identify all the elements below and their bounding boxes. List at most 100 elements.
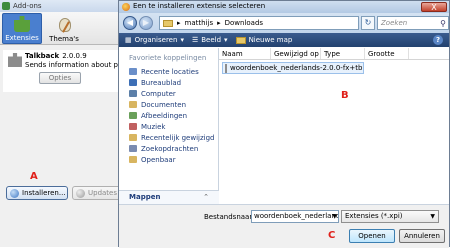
column-type[interactable]: Type [321,48,365,59]
favorite-link-label: Recente locaties [141,67,199,76]
favorite-link[interactable]: Zoekopdrachten [119,143,218,154]
dialog-title: Een te installeren extensie selecteren [133,2,266,10]
cancel-button[interactable]: Annuleren [399,229,445,243]
organize-icon: ▦ [125,36,132,44]
updates-icon [76,188,85,198]
firefox-icon [122,3,130,11]
favorite-link[interactable]: Computer [119,88,218,99]
folder-icon [129,112,137,119]
favorite-link-label: Zoekopdrachten [141,144,199,153]
extension-puzzle-icon [8,53,22,67]
marker-a: A [30,171,38,182]
favorite-link[interactable]: Recentelijk gewijzigd [119,132,218,143]
file-name: woordenboek_nederlands-2.0.0-fx+tb+... [230,64,364,72]
marker-c: C [328,230,336,241]
favorites-list: Recente locaties Bureaublad Computer Docume… [119,66,218,165]
favorite-link[interactable]: Openbaar [119,154,218,165]
column-size[interactable]: Grootte [365,48,409,59]
favorite-link[interactable]: Documenten [119,99,218,110]
address-bar[interactable]: ▸ matthijs ▸ Downloads [159,16,359,30]
view-label: Beeld [201,36,222,44]
file-open-dialog: Een te installeren extensie selecteren X… [118,0,450,248]
addons-app-icon [2,2,10,10]
favorite-link-label: Documenten [141,100,187,109]
folder-icon [129,79,137,86]
dialog-footer: Bestandsnaam: woordenboek_nederlands-2.0… [119,204,449,248]
install-button-label: Installeren... [22,189,66,197]
search-icon: ⚲ [440,19,446,28]
chevron-right-icon: ▸ [217,19,221,27]
navigation-pane: Favoriete koppelingen Recente locaties Bu… [119,48,219,204]
new-folder-icon [235,36,246,44]
extension-name: Talkback [25,52,60,60]
dialog-close-button[interactable]: X [421,2,447,12]
favorite-link[interactable]: Muziek [119,121,218,132]
folders-toggle[interactable]: Mappen ⌃ [119,190,219,204]
favorite-link[interactable]: Bureaublad [119,77,218,88]
dialog-titlebar: Een te installeren extensie selecteren X [119,1,449,13]
organize-label: Organiseren [134,36,178,44]
file-list: Naam Gewijzigd op Type Grootte woordenbo… [219,48,449,204]
folder-icon [129,156,137,163]
install-icon [10,188,19,198]
folder-icon [129,145,137,152]
chevron-down-icon: ▾ [180,36,184,44]
new-folder-label: Nieuwe map [248,36,293,44]
open-button[interactable]: Openen [349,229,395,243]
favorite-link[interactable]: Recente locaties [119,66,218,77]
filetype-select[interactable]: Extensies (*.xpi) ▼ [341,210,439,223]
install-button[interactable]: Installeren... [6,186,68,200]
addons-title: Add-ons [13,2,42,10]
folder-icon [163,19,173,27]
refresh-icon[interactable]: ↻ [361,16,375,30]
extension-version: 2.0.0.9 [62,52,87,60]
marker-b: B [341,90,349,101]
search-input[interactable]: Zoeken ⚲ [377,16,449,30]
forward-arrow-icon[interactable]: ▶ [139,16,153,30]
chevron-up-icon: ⌃ [203,193,209,201]
column-headers: Naam Gewijzigd op Type Grootte [219,48,449,60]
back-arrow-icon[interactable]: ◀ [123,16,137,30]
search-placeholder: Zoeken [381,19,408,27]
theme-brush-icon [56,17,72,33]
filename-input[interactable]: woordenboek_nederlands-2.0.0 ▼ [251,210,339,223]
folder-icon [129,123,137,130]
file-row[interactable]: woordenboek_nederlands-2.0.0-fx+tb+... [222,62,364,74]
view-button[interactable]: ☰ Beeld ▾ [192,36,228,44]
chevron-down-icon: ▾ [224,36,228,44]
favorite-link[interactable]: Afbeeldingen [119,110,218,121]
breadcrumb-downloads[interactable]: Downloads [225,19,263,27]
favorite-link-label: Recentelijk gewijzigd [141,133,215,142]
view-icon: ☰ [191,36,199,44]
command-bar: ▦ Organiseren ▾ ☰ Beeld ▾ Nieuwe map ? [119,33,449,47]
extension-list-item[interactable]: Talkback 2.0.0.9 Sends information about … [3,50,137,92]
favorite-link-label: Computer [141,89,176,98]
favorite-link-label: Afbeeldingen [141,111,188,120]
extension-name-row: Talkback 2.0.0.9 [25,52,87,60]
breadcrumb-user[interactable]: matthijs [185,19,214,27]
favorites-header: Favoriete koppelingen [129,54,207,62]
tab-extensions[interactable]: Extensies [2,13,42,44]
tab-themes-label: Thema's [49,35,79,43]
column-modified[interactable]: Gewijzigd op [271,48,321,59]
tab-extensions-label: Extensies [5,34,39,42]
new-folder-button[interactable]: Nieuwe map [235,36,293,44]
address-row: ◀ ▶ ▸ matthijs ▸ Downloads ↻ Zoeken ⚲ [119,13,449,33]
favorite-link-label: Muziek [141,122,166,131]
favorite-link-label: Openbaar [141,155,176,164]
filetype-value: Extensies (*.xpi) [345,212,403,220]
favorite-link-label: Bureaublad [141,78,182,87]
help-icon[interactable]: ? [433,35,443,45]
chevron-down-icon[interactable]: ▼ [332,211,337,222]
column-name[interactable]: Naam [219,48,271,59]
chevron-right-icon: ▸ [177,19,181,27]
folders-label: Mappen [129,193,161,201]
folder-icon [129,90,137,97]
filename-value: woordenboek_nederlands-2.0.0 [254,212,339,220]
tab-themes[interactable]: Thema's [44,13,84,44]
folder-icon [129,134,137,141]
extension-icon [14,16,30,32]
options-button[interactable]: Opties [39,72,81,84]
organize-button[interactable]: ▦ Organiseren ▾ [125,36,184,44]
folder-icon [129,68,137,75]
